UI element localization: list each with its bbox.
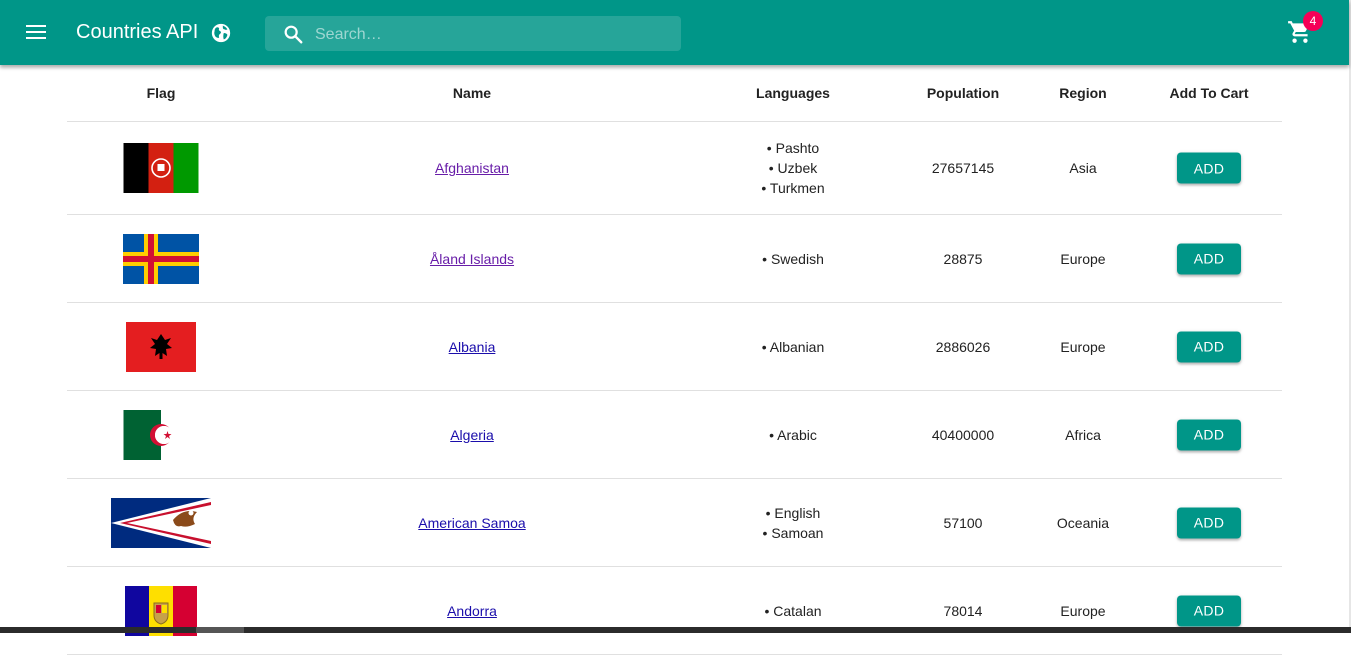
menu-button[interactable]	[18, 14, 54, 50]
countries-table: Flag Name Languages Population Region Ad…	[67, 65, 1282, 655]
search-input[interactable]	[313, 16, 677, 53]
flag-cell	[123, 143, 199, 193]
language-item: Turkmen	[761, 178, 825, 198]
menu-icon	[26, 25, 46, 39]
add-cell: ADD	[1177, 152, 1241, 184]
region-cell: Oceania	[1056, 514, 1110, 531]
population-cell: 2886026	[935, 338, 991, 355]
country-link[interactable]: Albania	[449, 339, 496, 355]
languages-cell: English Samoan	[763, 503, 824, 543]
add-cell: ADD	[1177, 331, 1241, 362]
flag-cell	[123, 233, 199, 284]
add-to-cart-button[interactable]: ADD	[1177, 331, 1241, 362]
flag-cell	[126, 321, 196, 372]
population-cell: 27657145	[931, 160, 995, 176]
globe-icon	[211, 23, 231, 43]
table-row: American Samoa English Samoan 57100 Ocea…	[67, 479, 1282, 567]
language-item: Arabic	[769, 425, 817, 445]
column-header-name: Name	[452, 85, 492, 101]
language-item: Catalan	[764, 601, 821, 621]
languages-cell: Arabic	[769, 425, 817, 445]
table-row: Andorra Catalan 78014 Europe ADD	[67, 567, 1282, 655]
table-row: Albania Albanian 2886026 Europe ADD	[67, 303, 1282, 391]
american-samoa-flag-icon	[111, 497, 211, 548]
population-cell: 28875	[943, 250, 983, 267]
table-header: Flag Name Languages Population Region Ad…	[67, 65, 1282, 122]
region-cell: Africa	[1065, 426, 1101, 443]
country-name-cell: American Samoa	[418, 515, 525, 531]
language-item: Albanian	[762, 337, 825, 357]
afghanistan-flag-icon	[123, 143, 199, 193]
column-header-languages: Languages	[756, 85, 830, 101]
albania-flag-icon	[126, 321, 196, 372]
region-cell: Europe	[1060, 602, 1106, 619]
country-link[interactable]: Åland Islands	[430, 251, 514, 267]
language-item: Pashto	[761, 138, 824, 158]
add-to-cart-button[interactable]: ADD	[1177, 419, 1241, 450]
table-row: Algeria Arabic 40400000 Africa ADD	[67, 391, 1282, 479]
scrollbar-thumb[interactable]	[196, 627, 244, 633]
app-bar: Countries API 4	[0, 0, 1349, 65]
add-cell: ADD	[1177, 507, 1241, 538]
search-box	[265, 16, 681, 53]
region-cell: Europe	[1060, 338, 1106, 355]
population-cell: 57100	[943, 514, 983, 531]
region-cell: Europe	[1060, 250, 1106, 267]
country-name-cell: Albania	[449, 339, 496, 355]
language-item: Samoan	[763, 523, 823, 543]
languages-cell: Albanian	[762, 337, 825, 357]
add-cell: ADD	[1177, 419, 1241, 450]
add-cell: ADD	[1177, 243, 1241, 274]
country-name-cell: Algeria	[450, 427, 494, 443]
language-item: Swedish	[762, 249, 824, 269]
region-cell: Asia	[1069, 160, 1097, 176]
column-header-population: Population	[926, 85, 1000, 101]
column-header-flag: Flag	[146, 85, 176, 101]
app-title: Countries API	[76, 21, 199, 43]
algeria-flag-icon	[123, 409, 199, 460]
add-to-cart-button[interactable]: ADD	[1177, 243, 1241, 274]
languages-cell: Pashto Uzbek Turkmen	[761, 138, 825, 198]
table-row: Afghanistan Pashto Uzbek Turkmen 2765714…	[67, 122, 1282, 215]
country-link[interactable]: Andorra	[447, 603, 497, 619]
country-link[interactable]: Algeria	[450, 427, 494, 443]
add-to-cart-button[interactable]: ADD	[1177, 507, 1241, 538]
country-name-cell: Afghanistan	[435, 160, 509, 176]
population-cell: 78014	[943, 602, 983, 619]
population-cell: 40400000	[931, 426, 995, 443]
aland-islands-flag-icon	[123, 233, 199, 284]
add-cell: ADD	[1177, 595, 1241, 626]
country-link[interactable]: Afghanistan	[435, 160, 509, 176]
cart-count-badge: 4	[1303, 11, 1323, 31]
search-icon	[284, 25, 303, 44]
country-name-cell: Andorra	[447, 603, 497, 619]
languages-cell: Catalan	[764, 601, 821, 621]
language-item: Uzbek	[761, 158, 824, 178]
add-to-cart-button[interactable]: ADD	[1177, 595, 1241, 626]
country-name-cell: Åland Islands	[430, 251, 514, 267]
table-row: Åland Islands Swedish 28875 Europe ADD	[67, 215, 1282, 303]
column-header-region: Region	[1059, 85, 1107, 101]
country-link[interactable]: American Samoa	[418, 515, 525, 531]
languages-cell: Swedish	[762, 249, 824, 269]
language-item: English	[763, 503, 824, 523]
flag-cell	[111, 497, 211, 548]
flag-cell	[123, 409, 199, 460]
add-to-cart-button[interactable]: ADD	[1177, 152, 1241, 184]
column-header-add-to-cart: Add To Cart	[1169, 85, 1249, 101]
horizontal-scrollbar[interactable]	[0, 627, 1351, 633]
